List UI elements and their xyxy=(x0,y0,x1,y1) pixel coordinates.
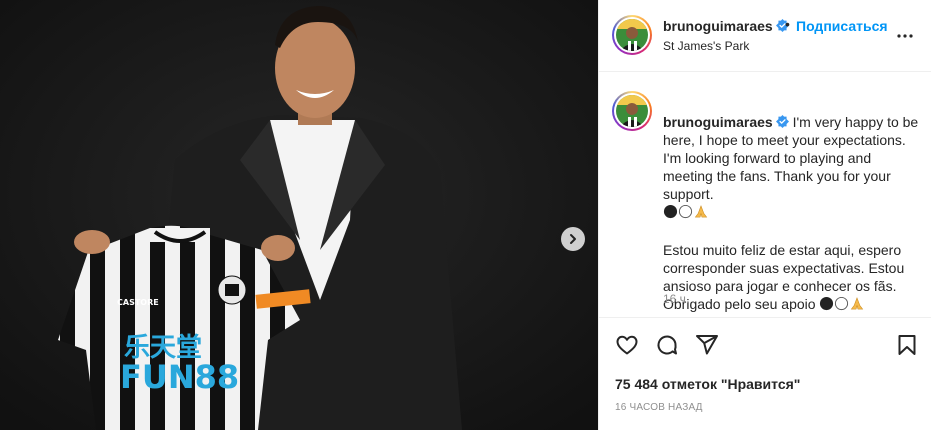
white-circle-emoji xyxy=(834,296,849,315)
username[interactable]: brunoguimaraes xyxy=(663,18,773,34)
avatar-image xyxy=(616,19,648,51)
bookmark-icon xyxy=(898,335,916,355)
caption-timestamp[interactable]: 16 ч. xyxy=(663,292,689,306)
verified-badge-icon xyxy=(775,115,789,128)
save-button[interactable] xyxy=(895,333,919,357)
share-button[interactable] xyxy=(695,333,719,357)
post-timestamp[interactable]: 16 часов назад xyxy=(615,402,703,413)
avatar[interactable] xyxy=(612,15,652,55)
likes-count[interactable]: 75 484 отметок "Нравится" xyxy=(615,376,800,392)
praying-hands-emoji xyxy=(849,296,865,315)
black-circle-emoji xyxy=(663,204,678,223)
jersey-sponsor: FUN88 xyxy=(120,358,239,396)
caption-username[interactable]: brunoguimaraes xyxy=(663,114,773,130)
post-author[interactable]: brunoguimaraes xyxy=(663,18,789,34)
chevron-right-icon xyxy=(570,234,576,244)
post-caption: brunoguimaraes I'm very happy to be here… xyxy=(599,73,931,317)
caption-text: brunoguimaraes I'm very happy to be here… xyxy=(663,95,921,315)
post-actions: 75 484 отметок "Нравится" 16 часов назад xyxy=(599,317,931,430)
like-button[interactable] xyxy=(615,333,639,357)
post-side-panel: brunoguimaraes • Подписаться St James's … xyxy=(598,0,931,430)
share-icon xyxy=(696,335,718,355)
white-circle-emoji xyxy=(678,204,693,223)
separator-dot: • xyxy=(785,16,790,32)
post-photo: 乐天堂 FUN88 CASTORE xyxy=(0,0,598,430)
jersey-brand: CASTORE xyxy=(117,298,159,307)
comment-icon xyxy=(657,335,677,355)
comment-button[interactable] xyxy=(655,333,679,357)
follow-button[interactable]: Подписаться xyxy=(796,18,888,34)
post-media[interactable]: 乐天堂 FUN88 CASTORE xyxy=(0,0,598,430)
avatar-image xyxy=(616,95,648,127)
more-options-icon[interactable] xyxy=(895,26,915,46)
location-link[interactable]: St James's Park xyxy=(663,39,749,53)
caption-portuguese: Estou muito feliz de estar aqui, espero … xyxy=(663,242,905,312)
caption-avatar[interactable] xyxy=(612,91,652,131)
post-header: brunoguimaraes • Подписаться St James's … xyxy=(599,0,931,72)
praying-hands-emoji xyxy=(693,204,709,223)
black-circle-emoji xyxy=(819,296,834,315)
heart-icon xyxy=(616,335,638,355)
next-media-button[interactable] xyxy=(561,227,585,251)
